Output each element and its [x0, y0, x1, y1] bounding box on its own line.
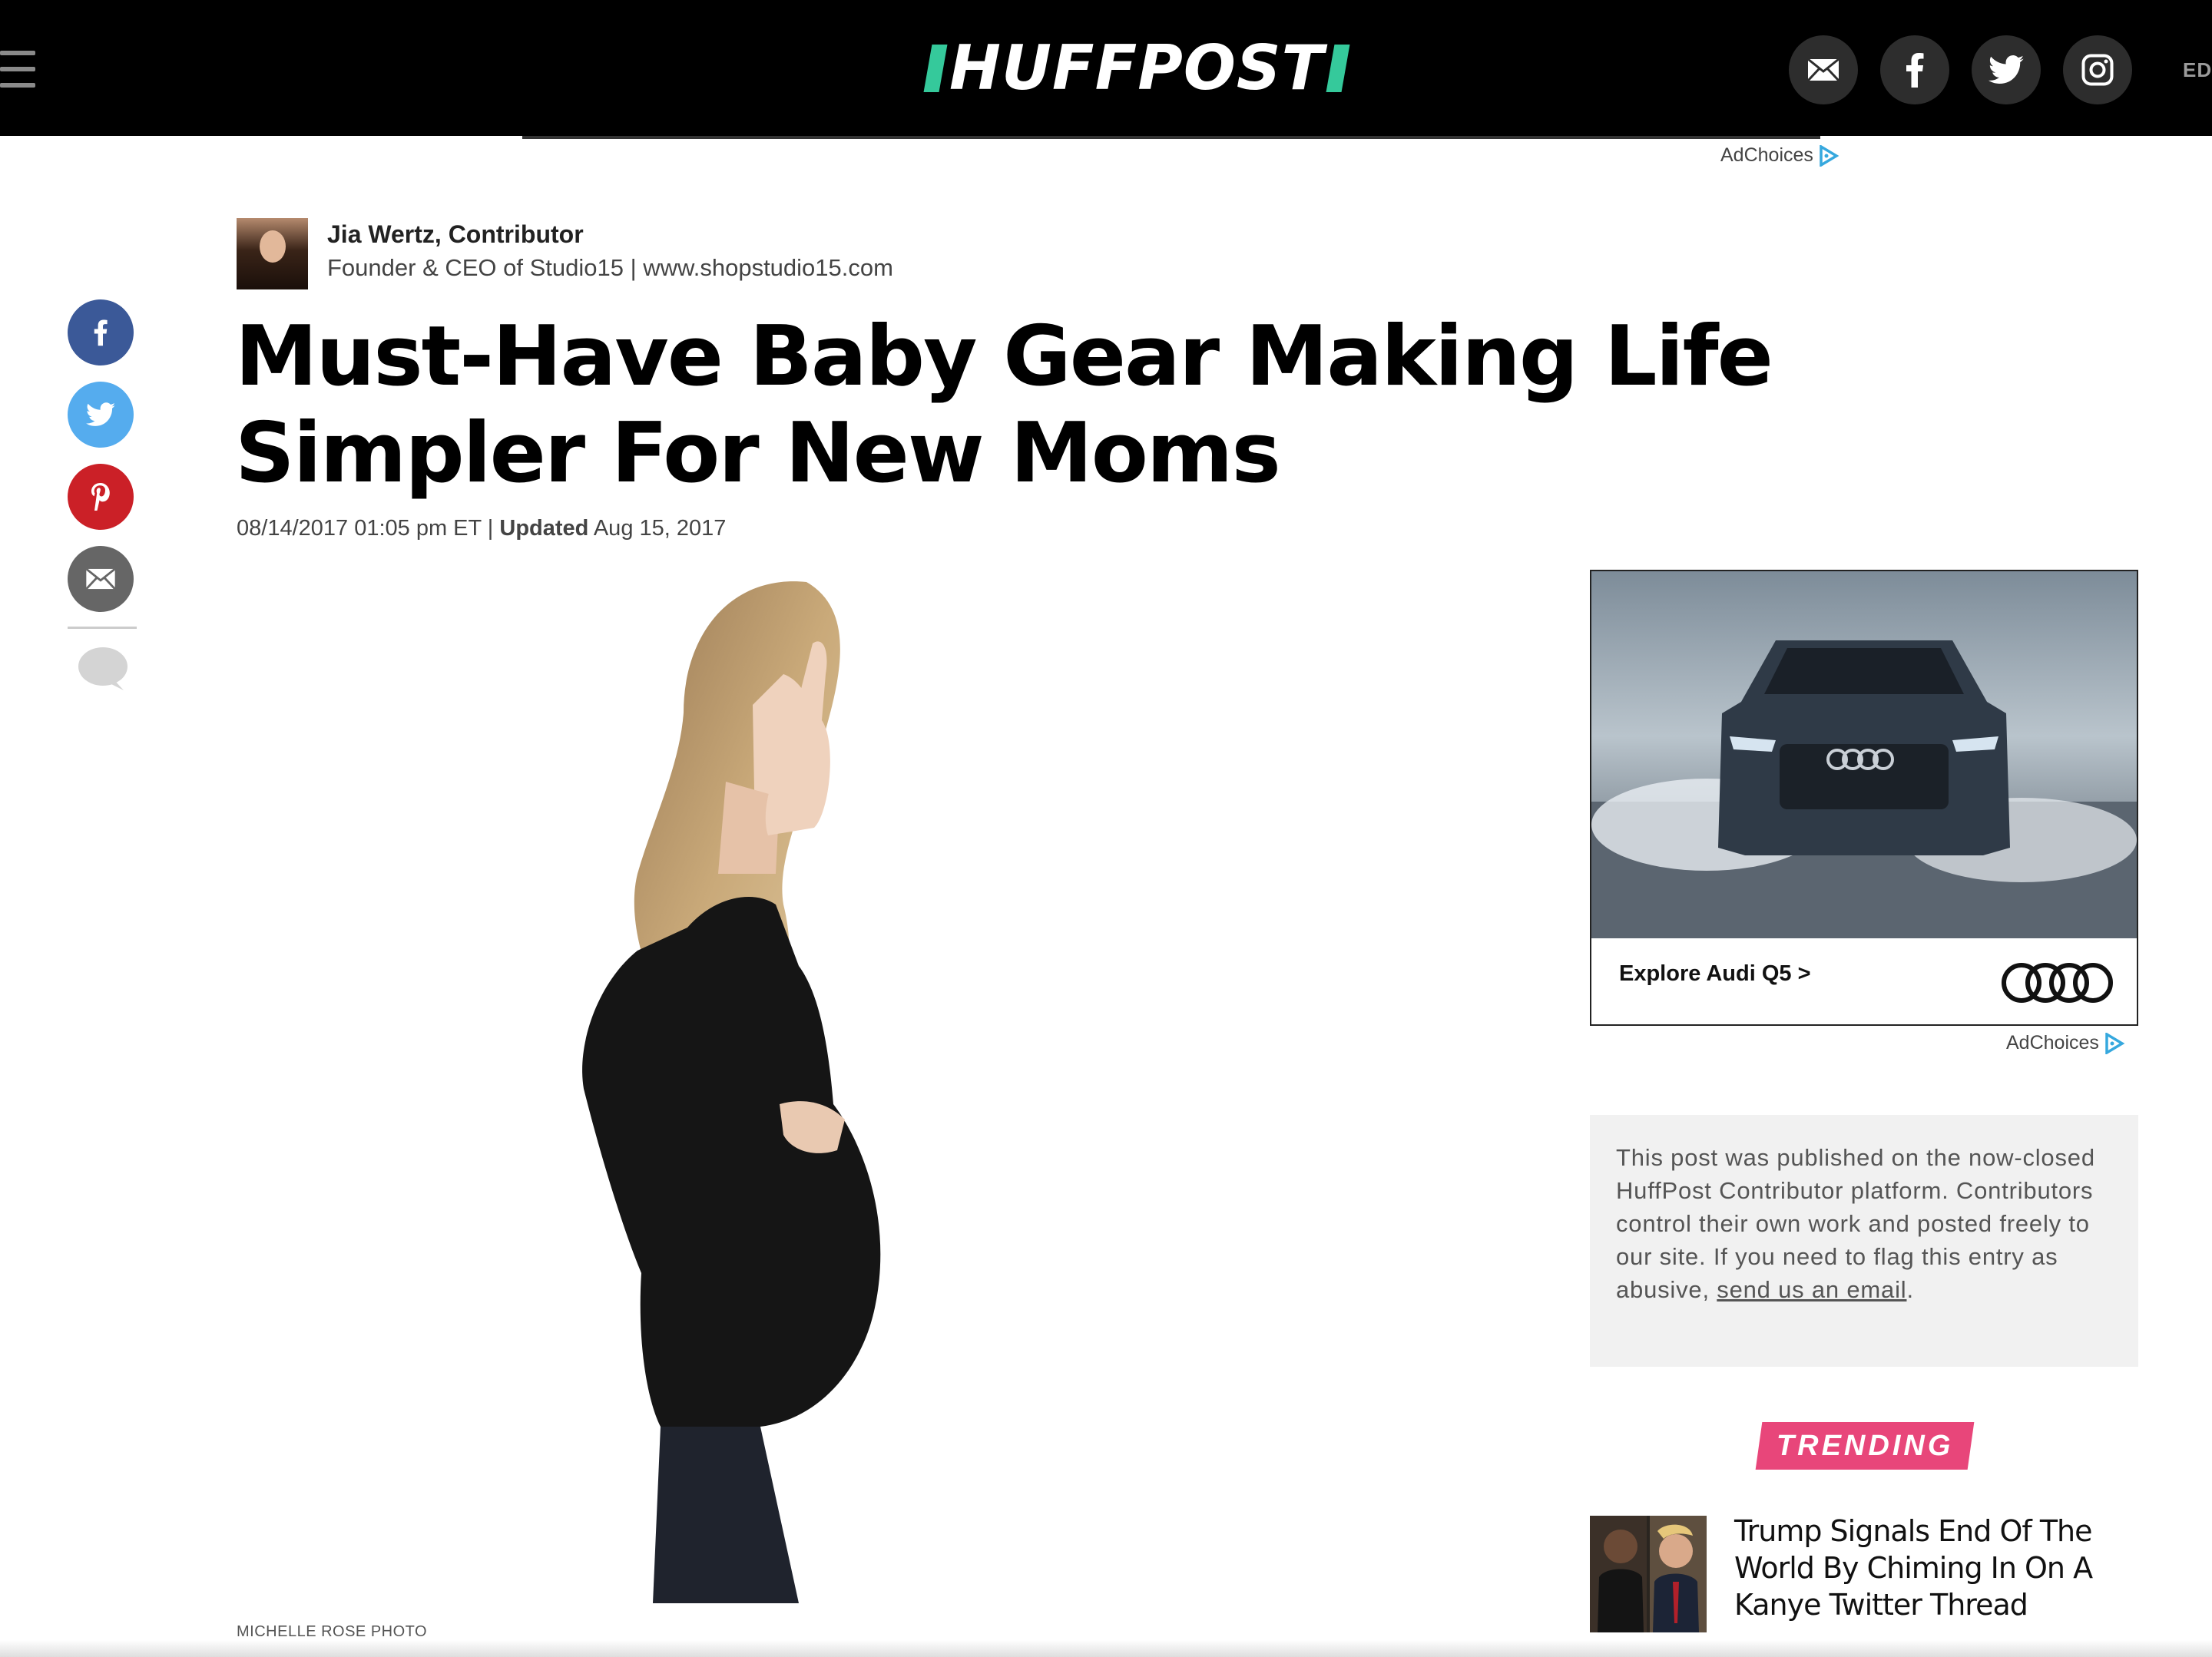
audi-logo-icon: [2002, 963, 2113, 1003]
dateline-separator: |: [487, 516, 494, 541]
logo-accent-bar-left: [923, 45, 948, 92]
edition-selector[interactable]: EDI: [2183, 58, 2212, 82]
updated-label: Updated: [499, 516, 589, 541]
twitter-icon: [86, 402, 115, 426]
article-dateline: 08/14/2017 01:05 pm ET | Updated Aug 15,…: [237, 516, 726, 541]
share-email-button[interactable]: [68, 546, 134, 612]
adchoices-icon: [2105, 1032, 2125, 1054]
send-email-link[interactable]: send us an email: [1717, 1276, 1906, 1303]
trending-badge: TRENDING: [1755, 1422, 1975, 1470]
share-facebook-button[interactable]: [68, 299, 134, 365]
contributor-notice: This post was published on the now-close…: [1590, 1115, 2138, 1367]
comment-icon[interactable]: [78, 647, 128, 695]
notice-end: .: [1906, 1276, 1914, 1303]
facebook-icon[interactable]: [1880, 35, 1949, 104]
email-icon[interactable]: [1789, 35, 1858, 104]
huffpost-logo[interactable]: HUFFPOST: [923, 32, 1350, 104]
viewport-bottom-shadow: [0, 1640, 2212, 1657]
email-icon: [85, 568, 116, 590]
article-main-photo[interactable]: [553, 567, 1121, 1603]
author-name[interactable]: Jia Wertz, Contributor: [327, 220, 584, 249]
article-headline: Must-Have Baby Gear Making Life Simpler …: [235, 309, 1773, 501]
author-bio: Founder & CEO of Studio15 | www.shopstud…: [327, 254, 893, 281]
ad-cta-link[interactable]: Explore Audi Q5 >: [1619, 961, 1811, 987]
ad-car-image[interactable]: [1591, 571, 2137, 938]
twitter-icon[interactable]: [1972, 35, 2041, 104]
share-pinterest-button[interactable]: [68, 464, 134, 530]
updated-date: Aug 15, 2017: [593, 516, 727, 541]
adchoices-icon: [1820, 144, 1839, 167]
adchoices-top[interactable]: AdChoices: [1720, 144, 1839, 167]
trending-label: TRENDING: [1776, 1429, 1954, 1462]
trending-thumbnail[interactable]: [1590, 1516, 1707, 1632]
instagram-icon[interactable]: [2063, 35, 2132, 104]
share-rail-divider: [68, 627, 137, 629]
published-date: 08/14/2017 01:05 pm ET: [237, 516, 482, 541]
trending-item-title[interactable]: Trump Signals End Of The World By Chimin…: [1734, 1513, 2134, 1623]
facebook-icon: [94, 319, 108, 346]
adchoices-label: AdChoices: [1720, 144, 1813, 166]
menu-icon[interactable]: [0, 51, 35, 88]
author-avatar[interactable]: [237, 218, 308, 289]
pinterest-icon: [91, 483, 110, 511]
photo-credit: MICHELLE ROSE PHOTO: [237, 1623, 428, 1640]
audi-ad[interactable]: Explore Audi Q5 >: [1590, 570, 2138, 1026]
logo-text: HUFFPOST: [949, 32, 1325, 104]
adchoices-sidebar[interactable]: AdChoices: [2006, 1032, 2125, 1054]
adchoices-label: AdChoices: [2006, 1032, 2099, 1053]
share-twitter-button[interactable]: [68, 382, 134, 448]
site-header: HUFFPOST EDI: [0, 0, 2212, 136]
logo-accent-bar-right: [1326, 45, 1350, 92]
top-ad-banner-edge[interactable]: [522, 136, 1820, 139]
